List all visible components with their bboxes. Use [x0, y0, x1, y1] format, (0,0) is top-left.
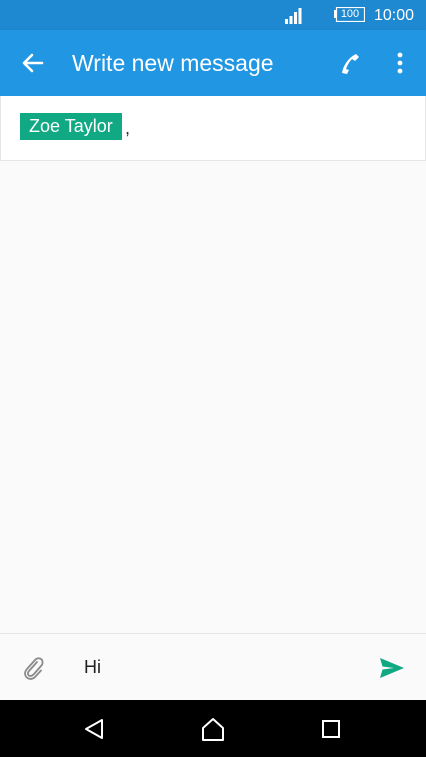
arrow-back-icon[interactable] — [18, 48, 48, 78]
app-bar: Write new message — [0, 30, 426, 96]
page-title: Write new message — [72, 50, 274, 76]
nav-bar — [0, 700, 426, 757]
more-vert-icon[interactable] — [386, 48, 414, 78]
nav-recent-icon[interactable] — [316, 714, 346, 744]
clock: 10:00 — [374, 7, 415, 24]
recipient-separator: , — [125, 118, 131, 138]
phone-icon[interactable] — [334, 48, 364, 78]
status-bar: 100 10:00 — [0, 0, 426, 30]
compose-bar — [0, 633, 426, 701]
send-icon[interactable] — [378, 654, 406, 682]
paperclip-icon[interactable] — [20, 654, 46, 682]
nav-back-icon[interactable] — [80, 714, 110, 744]
message-input[interactable] — [84, 654, 354, 680]
nav-home-icon[interactable] — [198, 714, 228, 744]
screen: 100 10:00 Write new message Zoe Taylor , — [0, 0, 426, 757]
recipient-chip[interactable]: Zoe Taylor — [20, 113, 122, 140]
recipient-field[interactable]: Zoe Taylor , — [0, 96, 426, 161]
signal-icon — [285, 8, 302, 24]
battery-level: 100 — [340, 8, 360, 20]
